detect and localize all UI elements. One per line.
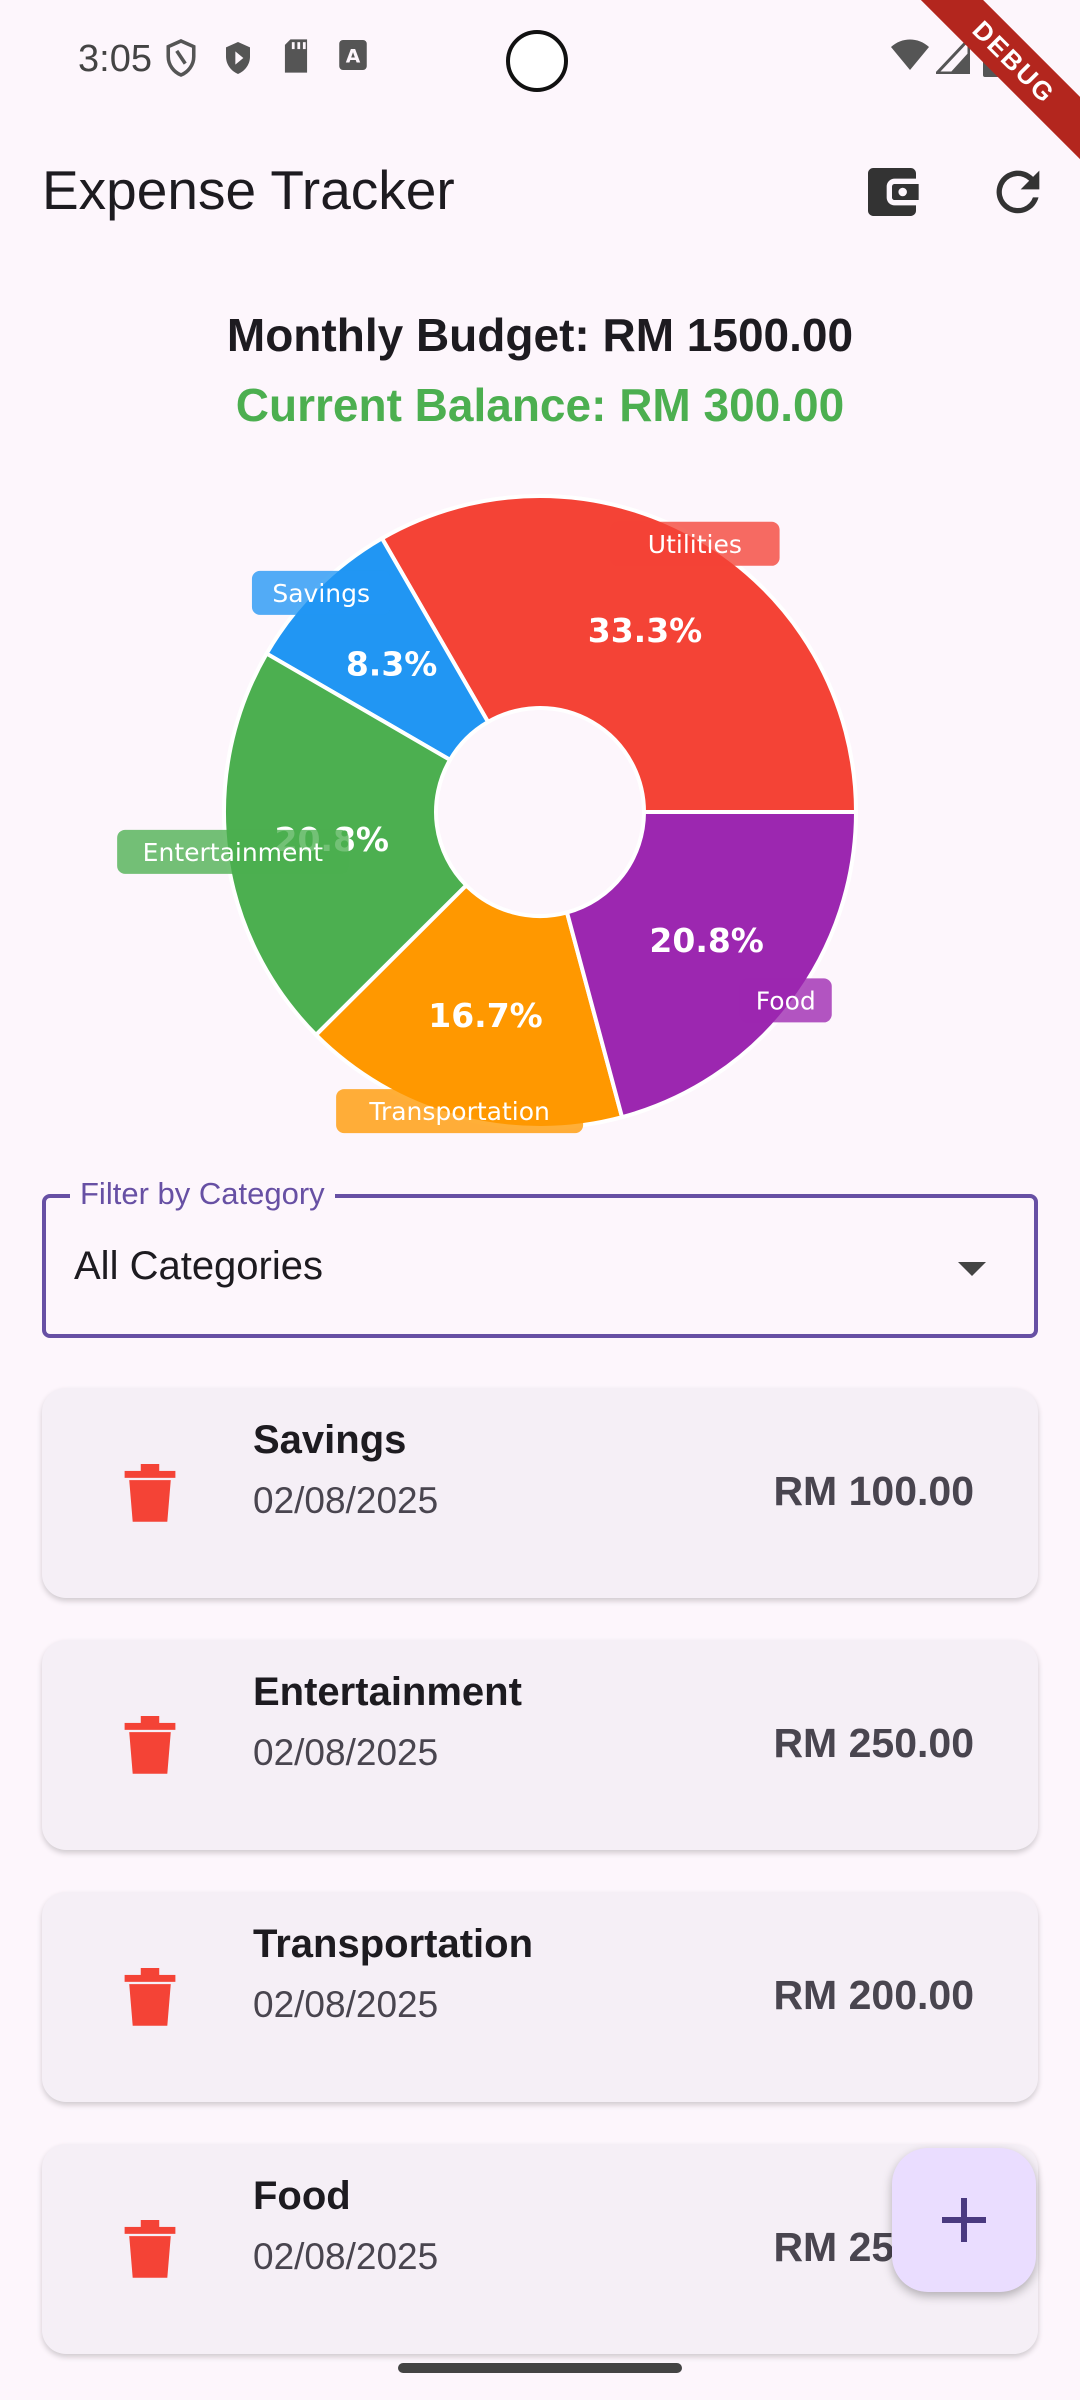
pie-category-label: Utilities (648, 530, 742, 559)
pie-category-label: Savings (272, 579, 370, 608)
delete-icon[interactable] (122, 1968, 178, 2028)
expense-date: 02/08/2025 (253, 1984, 439, 2025)
expense-card[interactable]: Entertainment 02/08/2025 RM 250.00 (42, 1640, 1038, 1850)
shield-outline-icon (166, 39, 196, 77)
pie-category-label: Transportation (368, 1097, 550, 1126)
wallet-icon (868, 168, 919, 216)
home-indicator[interactable] (398, 2363, 682, 2373)
expense-amount: RM 250.00 (773, 1720, 974, 1766)
pie-category-badge: Entertainment (117, 829, 349, 874)
refresh-icon (996, 170, 1040, 214)
expense-category: Transportation (253, 1922, 534, 1966)
filter-label: Filter by Category (70, 1176, 335, 1212)
expense-date: 02/08/2025 (253, 2236, 439, 2277)
pie-slice-food (564, 810, 859, 1120)
app-bar: Expense Tracker (0, 140, 1080, 244)
wifi-icon (891, 39, 929, 70)
category-filter-dropdown[interactable]: Filter by Category All Categories (42, 1176, 1038, 1338)
a-badge-icon: A (339, 40, 367, 70)
refresh-button[interactable] (986, 160, 1050, 224)
delete-icon[interactable] (122, 1716, 178, 1776)
pie-value-label: 16.7% (428, 996, 543, 1035)
dropdown-arrow-icon (958, 1262, 986, 1276)
pie-category-badge: Transportation (336, 1089, 584, 1134)
monthly-budget-text: Monthly Budget: RM 1500.00 (226, 309, 854, 361)
expense-category: Food (253, 2174, 351, 2218)
play-protect-icon (226, 42, 250, 74)
pie-category-badge: Food (739, 978, 832, 1023)
svg-text:A: A (346, 47, 361, 68)
camera-cutout (506, 30, 568, 92)
pie-chart-svg: 33.3% Utilities 8.3% Savings 20.8% Entertainm… (117, 494, 859, 1134)
delete-icon[interactable] (122, 1464, 178, 1524)
pie-category-label: Food (756, 986, 816, 1015)
expense-amount: RM 100.00 (773, 1468, 974, 1514)
expense-category: Entertainment (253, 1670, 522, 1714)
pie-category-badge: Savings (251, 570, 391, 615)
current-balance-text: Current Balance: RM 300.00 (235, 379, 845, 431)
pie-value-label: 33.3% (588, 611, 703, 650)
sd-card-icon (284, 39, 308, 73)
expense-card[interactable]: Savings 02/08/2025 RM 100.00 (42, 1388, 1038, 1598)
expense-card[interactable]: Transportation 02/08/2025 RM 200.00 (42, 1892, 1038, 2102)
wallet-button[interactable] (860, 160, 924, 224)
add-expense-fab[interactable] (892, 2148, 1036, 2292)
pie-value-label: 8.3% (346, 644, 438, 683)
expense-category: Savings (253, 1418, 407, 1462)
expense-amount: RM 200.00 (773, 1972, 974, 2018)
filter-selected-value: All Categories (74, 1244, 324, 1288)
expense-pie-chart: 33.3% Utilities 8.3% Savings 20.8% Entertainm… (0, 470, 1080, 1150)
pie-value-label: 20.8% (649, 921, 764, 960)
add-icon (942, 2198, 986, 2242)
expense-date: 02/08/2025 (253, 1732, 439, 1773)
expense-date: 02/08/2025 (253, 1480, 439, 1521)
status-time: 3:05 (78, 38, 152, 80)
expense-card[interactable]: Food 02/08/2025 RM 250.00 (42, 2144, 1038, 2354)
delete-icon[interactable] (122, 2220, 178, 2280)
app-title: Expense Tracker (42, 159, 455, 221)
pie-category-badge: Utilities (610, 521, 780, 566)
pie-category-label: Entertainment (143, 838, 324, 867)
